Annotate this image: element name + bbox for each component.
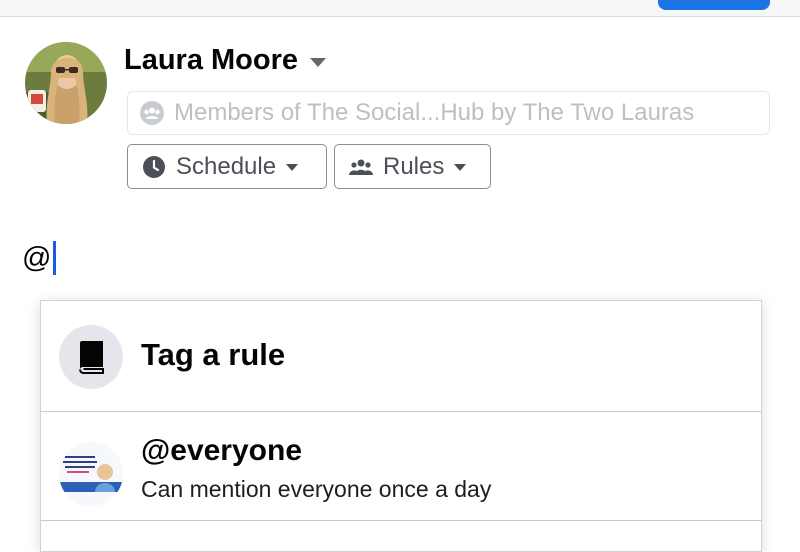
- avatar-photo: [25, 42, 107, 124]
- chevron-down-icon[interactable]: [310, 57, 327, 67]
- post-button[interactable]: [658, 0, 770, 10]
- list-item[interactable]: @everyone Can mention everyone once a da…: [41, 412, 761, 521]
- book-icon: [79, 341, 104, 374]
- chevron-down-icon: [454, 164, 467, 171]
- tag-rule-option[interactable]: Tag a rule: [41, 301, 761, 412]
- chevron-down-icon: [286, 164, 299, 171]
- typed-text: @: [22, 241, 52, 274]
- schedule-label: Schedule: [176, 152, 277, 180]
- people-icon: [349, 159, 373, 175]
- mention-dropdown: Tag a rule @everyone Can mention everyon…: [40, 300, 762, 552]
- author-row[interactable]: Laura Moore: [124, 42, 327, 78]
- audience-selector[interactable]: Members of The Social...Hub by The Two L…: [127, 91, 770, 135]
- post-text-input[interactable]: @: [22, 238, 57, 278]
- audience-label: Members of The Social...Hub by The Two L…: [174, 99, 695, 126]
- group-cover-image: [59, 442, 123, 506]
- text-cursor: [53, 241, 57, 275]
- top-bar: [0, 0, 800, 17]
- author-name[interactable]: Laura Moore: [124, 44, 298, 77]
- book-icon-container: [59, 325, 123, 389]
- clock-icon: [143, 155, 165, 178]
- rules-button[interactable]: Rules: [334, 144, 491, 189]
- schedule-button[interactable]: Schedule: [127, 144, 327, 189]
- group-thumbnail: [59, 442, 123, 506]
- item-title: @everyone: [141, 434, 303, 467]
- group-icon: [140, 101, 164, 125]
- dropdown-title: Tag a rule: [141, 337, 286, 372]
- item-subtitle: Can mention everyone once a day: [141, 476, 492, 502]
- avatar[interactable]: [25, 42, 107, 124]
- rules-label: Rules: [383, 152, 445, 180]
